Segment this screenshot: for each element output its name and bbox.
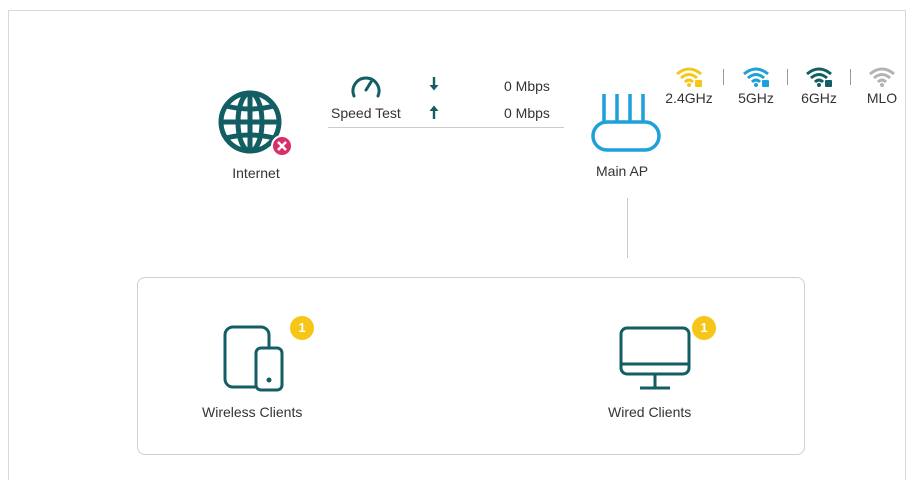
wired-clients-count-badge: 1 <box>692 316 716 340</box>
band-label: 2.4GHz <box>665 90 713 106</box>
tablet-phone-icon <box>223 325 284 392</box>
band-6ghz[interactable]: 6GHz <box>794 66 844 116</box>
main-ap-label: Main AP <box>596 163 649 179</box>
speedometer-icon <box>351 76 381 98</box>
internet-label: Internet <box>232 165 280 181</box>
speed-test-panel: Speed Test 0 Mbps 0 Mbps <box>328 70 568 130</box>
speed-test-button[interactable]: Speed Test <box>328 70 418 126</box>
wireless-clients-count-badge: 1 <box>290 316 314 340</box>
ap-clients-link-line <box>627 198 628 258</box>
wifi-2-4ghz-icon <box>676 67 702 87</box>
band-2-4ghz[interactable]: 2.4GHz <box>664 66 714 116</box>
speed-test-label: Speed Test <box>331 105 401 121</box>
upload-speed: 0 Mbps <box>504 105 550 121</box>
download-speed: 0 Mbps <box>504 78 550 94</box>
globe-icon <box>218 90 293 157</box>
clients-panel: 1 Wireless Clients 1 Wired Clients <box>137 277 805 455</box>
band-label: MLO <box>866 90 898 106</box>
band-5ghz[interactable]: 5GHz <box>731 66 781 116</box>
download-arrow-icon <box>429 77 439 91</box>
desktop-monitor-icon <box>619 326 691 390</box>
wireless-clients-label: Wireless Clients <box>202 404 303 420</box>
disconnected-icon <box>271 135 293 157</box>
router-icon <box>591 94 661 152</box>
wired-clients-button[interactable]: 1 Wired Clients <box>608 316 748 426</box>
wireless-clients-button[interactable]: 1 Wireless Clients <box>202 316 342 426</box>
band-separator <box>723 69 724 85</box>
upload-arrow-icon <box>429 105 439 119</box>
band-label: 6GHz <box>801 90 837 106</box>
wifi-mlo-icon <box>869 67 895 87</box>
internet-link-line <box>328 127 564 128</box>
band-separator <box>850 69 851 85</box>
wired-clients-label: Wired Clients <box>608 404 692 420</box>
internet-node[interactable]: Internet <box>214 86 298 186</box>
wifi-5ghz-icon <box>743 67 769 87</box>
band-separator <box>787 69 788 85</box>
band-mlo[interactable]: MLO <box>857 66 907 116</box>
band-label: 5GHz <box>738 90 774 106</box>
main-ap-node[interactable]: Main AP <box>590 92 670 192</box>
wifi-6ghz-icon <box>806 67 832 87</box>
